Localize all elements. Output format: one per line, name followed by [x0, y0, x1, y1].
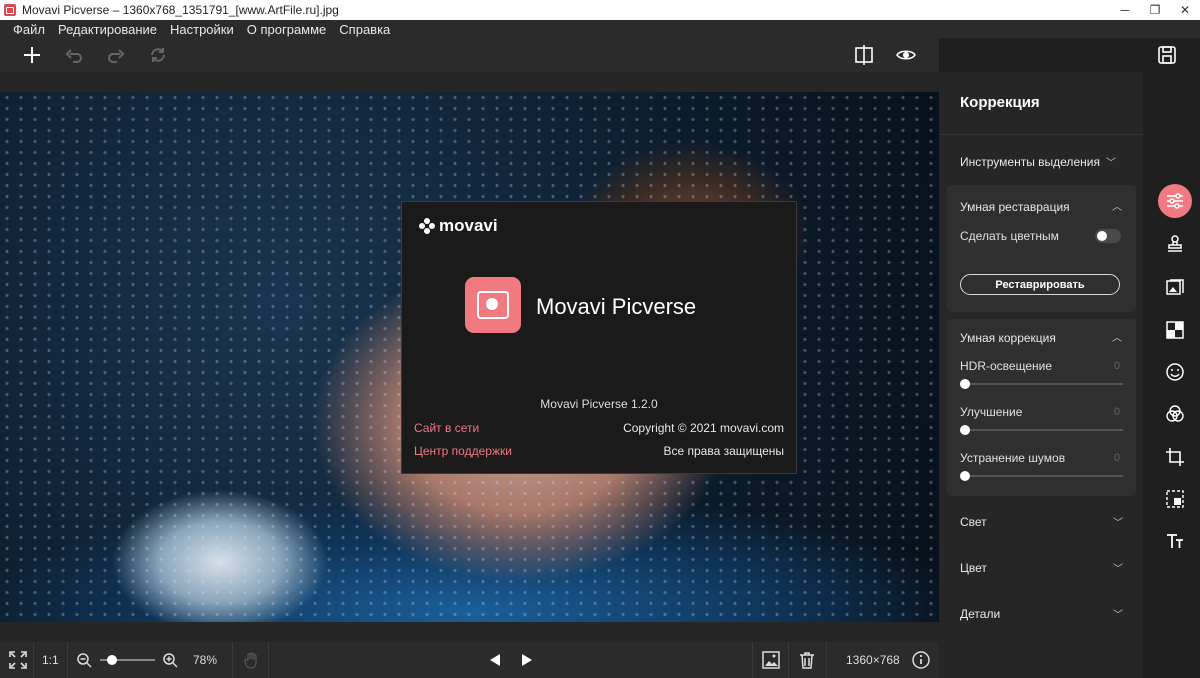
smart-correction-card: Умная коррекция ︿ HDR-освещение 0 Улучше… — [947, 319, 1136, 496]
panel-title: Коррекция — [960, 94, 1040, 111]
copyright-label: Copyright © 2021 movavi.com — [623, 421, 784, 435]
hand-tool-icon[interactable] — [243, 642, 261, 678]
menu-settings[interactable]: Настройки — [170, 22, 234, 37]
chevron-up-icon[interactable]: ︿ — [1112, 198, 1122, 213]
slider-knob[interactable] — [960, 425, 970, 435]
menu-about[interactable]: О программе — [247, 22, 327, 37]
app-icon — [4, 4, 16, 16]
support-link[interactable]: Центр поддержки — [414, 444, 512, 458]
light-section[interactable]: Свет ﹀ — [960, 514, 1123, 530]
color-section[interactable]: Цвет ﹀ — [960, 560, 1123, 576]
preview-eye-icon[interactable] — [895, 44, 917, 66]
hdr-value: 0 — [1113, 360, 1120, 372]
hdr-label: HDR-освещение — [960, 359, 1052, 373]
selection-tools-section[interactable]: Инструменты выделения ﹀ — [960, 154, 1116, 170]
chevron-down-icon: ﹀ — [1105, 158, 1116, 169]
zoom-out-icon[interactable] — [77, 642, 92, 678]
brand-name: movavi — [439, 216, 498, 235]
maximize-button[interactable]: ❐ — [1140, 0, 1170, 20]
filters-icon[interactable] — [1158, 397, 1192, 431]
chevron-down-icon: ﹀ — [1113, 518, 1123, 529]
hdr-slider[interactable] — [960, 379, 1123, 389]
window-titlebar: Movavi Picverse – 1360x768_1351791_[www.… — [0, 0, 1200, 20]
minimize-button[interactable]: ─ — [1110, 0, 1140, 20]
actual-size-button[interactable]: 1:1 — [42, 642, 59, 678]
details-section[interactable]: Детали ﹀ — [960, 606, 1123, 622]
compare-icon[interactable] — [853, 44, 875, 66]
light-label: Свет — [960, 514, 987, 529]
brand-logo: movavi — [419, 216, 498, 236]
save-icon[interactable] — [1156, 44, 1178, 66]
smart-restore-title: Умная реставрация — [960, 200, 1070, 214]
about-dialog: movavi Movavi Picverse Movavi Picverse 1… — [401, 201, 797, 474]
smart-correction-title: Умная коррекция — [960, 331, 1056, 345]
image-dimensions: 1360×768 — [846, 653, 900, 667]
website-link[interactable]: Сайт в сети — [414, 421, 479, 435]
picverse-app-icon — [465, 277, 521, 333]
correction-panel: Коррекция Инструменты выделения ﹀ Умная … — [939, 72, 1143, 678]
menu-help[interactable]: Справка — [339, 22, 390, 37]
chevron-up-icon[interactable]: ︿ — [1112, 329, 1122, 344]
product-name: Movavi Picverse — [536, 294, 697, 319]
select-object-icon[interactable] — [1158, 482, 1192, 516]
add-icon[interactable] — [21, 44, 43, 66]
zoom-value: 78% — [193, 653, 218, 667]
tool-rail — [1143, 72, 1200, 678]
details-label: Детали — [960, 606, 1001, 621]
zoom-slider[interactable] — [100, 642, 155, 678]
denoise-value: 0 — [1113, 452, 1120, 464]
menu-bar: Файл Редактирование Настройки О программ… — [0, 20, 1200, 38]
face-icon[interactable] — [1158, 355, 1192, 389]
menu-file[interactable]: Файл — [13, 22, 45, 37]
enhance-label: Улучшение — [960, 405, 1023, 419]
previous-image-icon[interactable] — [488, 642, 502, 678]
restore-button[interactable]: Реставрировать — [960, 274, 1120, 295]
gallery-icon[interactable] — [762, 642, 780, 678]
stamp-icon[interactable] — [1158, 227, 1192, 261]
chevron-down-icon: ﹀ — [1113, 610, 1123, 621]
window-controls: ─ ❐ ✕ — [1110, 0, 1200, 20]
adjust-icon[interactable] — [1158, 184, 1192, 218]
redo-icon[interactable] — [105, 44, 127, 66]
enhance-value: 0 — [1113, 406, 1120, 418]
status-bar: 1:1 78% 1360×768 — [0, 642, 939, 678]
window-title: Movavi Picverse – 1360x768_1351791_[www.… — [22, 3, 339, 17]
chevron-down-icon: ﹀ — [1113, 564, 1123, 575]
next-image-icon[interactable] — [520, 642, 534, 678]
denoise-label: Устранение шумов — [960, 451, 1066, 465]
undo-icon[interactable] — [63, 44, 85, 66]
delete-icon[interactable] — [798, 642, 816, 678]
version-label: Movavi Picverse 1.2.0 — [540, 397, 658, 411]
slider-knob[interactable] — [960, 471, 970, 481]
reset-icon[interactable] — [147, 44, 169, 66]
selection-tools-label: Инструменты выделения — [960, 154, 1100, 169]
smart-restore-card: Умная реставрация ︿ Сделать цветным Рест… — [947, 185, 1136, 312]
colorize-toggle[interactable] — [1095, 229, 1121, 243]
denoise-slider[interactable] — [960, 471, 1123, 481]
movavi-logo-icon — [419, 218, 435, 234]
smart-correction-header[interactable]: Умная коррекция — [960, 331, 1056, 345]
rights-label: Все права защищены — [663, 444, 784, 458]
color-label: Цвет — [960, 560, 987, 575]
fit-screen-icon[interactable] — [9, 642, 27, 678]
menu-edit[interactable]: Редактирование — [58, 22, 157, 37]
colorize-label: Сделать цветным — [960, 229, 1059, 243]
text-icon[interactable] — [1158, 524, 1192, 558]
background-icon[interactable] — [1158, 313, 1192, 347]
enhance-slider[interactable] — [960, 425, 1123, 435]
close-button[interactable]: ✕ — [1170, 0, 1200, 20]
image-replace-icon[interactable] — [1158, 270, 1192, 304]
info-icon[interactable] — [912, 642, 930, 678]
toolbar — [0, 38, 939, 72]
slider-knob[interactable] — [960, 379, 970, 389]
zoom-in-icon[interactable] — [163, 642, 178, 678]
crop-icon[interactable] — [1158, 440, 1192, 474]
smart-restore-header[interactable]: Умная реставрация — [960, 200, 1070, 214]
